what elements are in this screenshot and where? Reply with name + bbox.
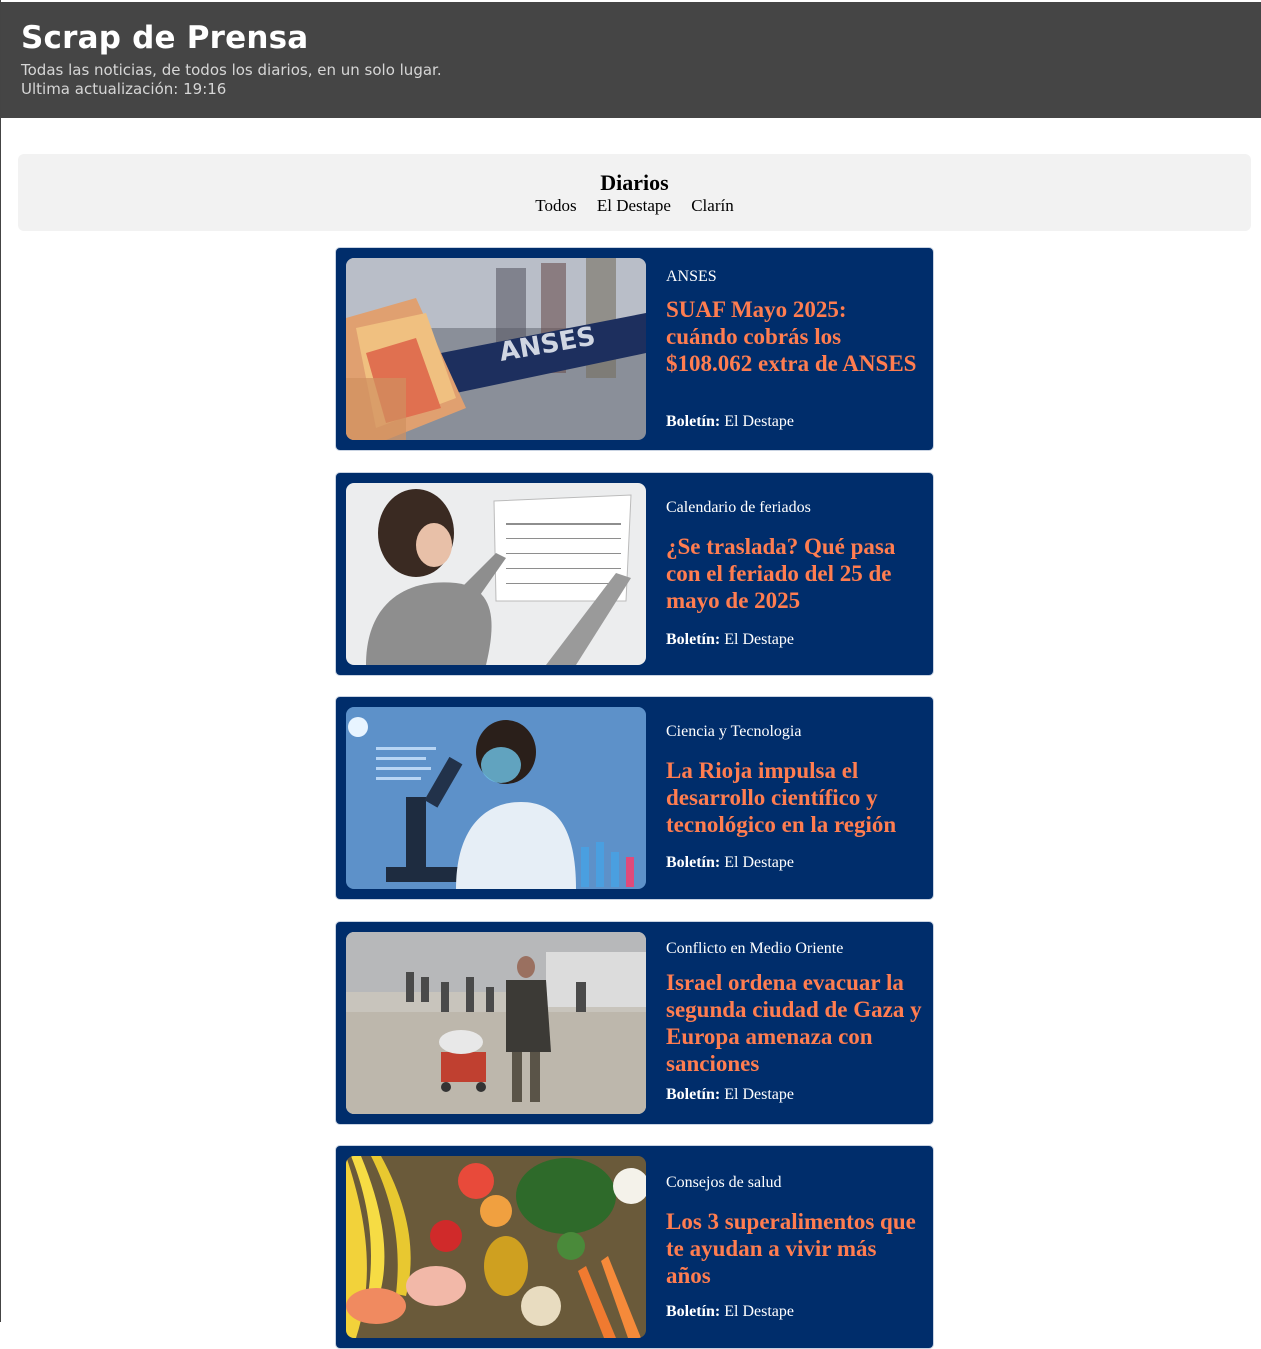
source-name: El Destape xyxy=(724,1303,794,1320)
article-source: Boletín: El Destape xyxy=(666,1303,794,1321)
article-category[interactable]: Consejos de salud xyxy=(666,1174,782,1192)
article-source: Boletín: El Destape xyxy=(666,631,794,649)
site-header: Scrap de Prensa Todas las noticias, de t… xyxy=(1,2,1261,118)
article-source: Boletín: El Destape xyxy=(666,854,794,872)
article-category[interactable]: ANSES xyxy=(666,268,717,286)
source-label: Boletín: xyxy=(666,413,721,430)
filter-links: Todos El Destape Clarín xyxy=(18,196,1251,216)
site-title[interactable]: Scrap de Prensa xyxy=(21,20,308,56)
source-name: El Destape xyxy=(724,854,794,871)
article-headline[interactable]: ¿Se traslada? Qué pasa con el feriado de… xyxy=(666,533,921,614)
filter-todos[interactable]: Todos xyxy=(535,196,576,215)
last-updated: Ultima actualización: 19:16 xyxy=(21,80,227,98)
healthy-food-image[interactable] xyxy=(346,1156,646,1338)
article-headline[interactable]: Israel ordena evacuar la segunda ciudad … xyxy=(666,969,926,1077)
article-card[interactable]: ANSES ANSES SUAF Mayo 2025: cuándo cobrá… xyxy=(335,247,934,451)
article-category[interactable]: Calendario de feriados xyxy=(666,499,811,517)
article-category[interactable]: Conflicto en Medio Oriente xyxy=(666,940,843,958)
filter-el-destape[interactable]: El Destape xyxy=(597,196,671,215)
scientist-microscope-image[interactable] xyxy=(346,707,646,889)
article-category[interactable]: Ciencia y Tecnologia xyxy=(666,723,801,741)
source-label: Boletín: xyxy=(666,854,721,871)
gaza-evacuation-image[interactable] xyxy=(346,932,646,1114)
source-label: Boletín: xyxy=(666,1086,721,1103)
source-name: El Destape xyxy=(724,1086,794,1103)
newspaper-filter-panel: Diarios Todos El Destape Clarín xyxy=(18,154,1251,231)
source-label: Boletín: xyxy=(666,1303,721,1320)
anses-banner-money-image[interactable]: ANSES xyxy=(346,258,646,440)
woman-calendar-image[interactable] xyxy=(346,483,646,665)
article-source: Boletín: El Destape xyxy=(666,1086,794,1104)
article-card[interactable]: Conflicto en Medio Oriente Israel ordena… xyxy=(335,921,934,1125)
filter-title: Diarios xyxy=(600,170,669,195)
source-name: El Destape xyxy=(724,631,794,648)
article-headline[interactable]: SUAF Mayo 2025: cuándo cobrás los $108.0… xyxy=(666,296,921,377)
article-card[interactable]: Calendario de feriados ¿Se traslada? Qué… xyxy=(335,472,934,676)
article-source: Boletín: El Destape xyxy=(666,413,794,431)
source-label: Boletín: xyxy=(666,631,721,648)
article-card[interactable]: Consejos de salud Los 3 superalimentos q… xyxy=(335,1145,934,1349)
article-headline[interactable]: La Rioja impulsa el desarrollo científic… xyxy=(666,757,921,838)
site-subtitle: Todas las noticias, de todos los diarios… xyxy=(21,61,442,79)
source-name: El Destape xyxy=(724,413,794,430)
article-headline[interactable]: Los 3 superalimentos que te ayudan a viv… xyxy=(666,1208,921,1289)
filter-clarin[interactable]: Clarín xyxy=(691,196,734,215)
article-card[interactable]: Ciencia y Tecnologia La Rioja impulsa el… xyxy=(335,696,934,900)
